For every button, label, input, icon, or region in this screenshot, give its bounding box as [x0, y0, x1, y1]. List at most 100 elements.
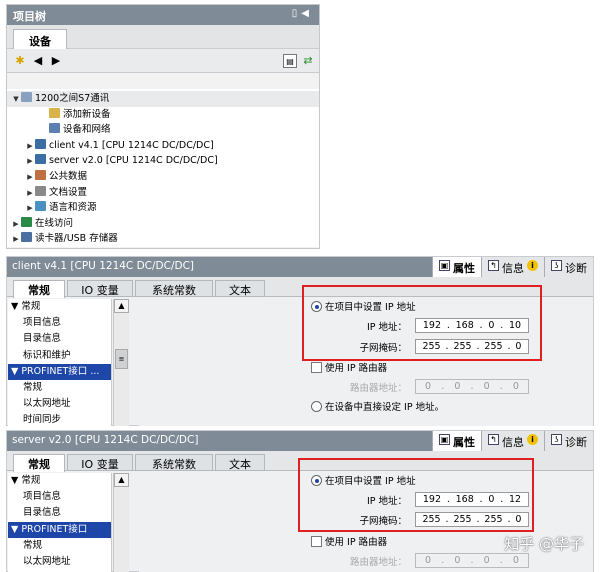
nav-item[interactable]: ▼ 常规	[8, 299, 111, 315]
tab-diagnostics[interactable]: ʖ 诊断	[544, 431, 593, 451]
tab-properties[interactable]: ▣ 属性	[432, 257, 481, 277]
tab-system-constants[interactable]: 系统常数	[135, 454, 213, 471]
info-badge-icon: i	[527, 434, 538, 445]
tree-item-icon	[35, 201, 46, 212]
router-checkbox[interactable]	[311, 362, 322, 373]
tree-item[interactable]: ▶ client v4.1 [CPU 1214C DC/DC/DC]	[7, 138, 319, 154]
collapsed-arrow-icon[interactable]: ▶	[25, 154, 35, 170]
tree-item-label: server v2.0 [CPU 1214C DC/DC/DC]	[49, 155, 218, 167]
nav-item[interactable]: ▼ PROFINET接口	[8, 521, 111, 538]
inspector-tabs: ▣ 属性 ↰ 信息 i ʖ 诊断	[432, 431, 593, 451]
tree-item-label: 添加新设备	[63, 108, 111, 120]
properties-icon: ▣	[439, 260, 450, 271]
tree-item[interactable]: 添加新设备	[7, 107, 319, 123]
nav-item[interactable]: 标识和维护	[8, 348, 111, 364]
nav-item[interactable]: 常规	[8, 538, 111, 554]
tree-item-label: 公共数据	[49, 170, 88, 182]
tree-item-icon	[35, 138, 46, 149]
tab-general[interactable]: 常规	[13, 454, 65, 472]
project-tree-toolbar: ✱ ◀ ▶ ▤ ⇄	[7, 49, 319, 73]
nav-scrollbar[interactable]: ▲	[113, 473, 129, 572]
tree-item[interactable]: ▶ 读卡器/USB 存储器	[7, 231, 319, 247]
tab-devices[interactable]: 设备	[13, 29, 67, 50]
tree-item-icon	[21, 92, 32, 102]
tree-item[interactable]: ▶ 语言和资源	[7, 200, 319, 216]
properties-titlebar: client v4.1 [CPU 1214C DC/DC/DC] ▣ 属性 ↰ 信息…	[7, 257, 593, 277]
tab-info[interactable]: ↰ 信息 i	[481, 431, 544, 451]
scroll-thumb[interactable]: ≡	[115, 349, 128, 369]
forward-icon[interactable]: ▶	[49, 54, 63, 68]
tree-item-label: 读卡器/USB 存储器	[35, 233, 118, 245]
tree-item[interactable]: ▶ 公共数据	[7, 169, 319, 185]
expanded-arrow-icon[interactable]: ▼	[11, 92, 21, 108]
opt-use-router[interactable]: 使用 IP 路由器	[311, 360, 387, 374]
router-checkbox[interactable]	[311, 536, 322, 547]
tree-item[interactable]: ▶ server v2.0 [CPU 1214C DC/DC/DC]	[7, 153, 319, 169]
nav-item[interactable]: 项目信息	[8, 315, 111, 331]
panel-title: client v4.1 [CPU 1214C DC/DC/DC]	[12, 260, 195, 272]
collapsed-arrow-icon[interactable]: ▶	[25, 170, 35, 186]
panel-title: server v2.0 [CPU 1214C DC/DC/DC]	[12, 434, 199, 446]
tab-system-constants[interactable]: 系统常数	[135, 280, 213, 297]
new-folder-icon[interactable]: ✱	[13, 54, 27, 68]
nav-item[interactable]: 目录信息	[8, 331, 111, 347]
nav-scrollbar[interactable]: ▲ ≡	[113, 299, 129, 426]
back-icon[interactable]: ◀	[31, 54, 45, 68]
scroll-up-icon[interactable]: ▲	[114, 473, 129, 487]
opt-device-ip[interactable]: 在设备中直接设定 IP 地址。	[311, 399, 444, 413]
router-label: 路由器地址：	[349, 383, 407, 394]
watermark: 知乎 @华子	[504, 535, 584, 553]
nav-item[interactable]: 以太网地址	[8, 396, 111, 412]
scroll-up-icon[interactable]: ▲	[114, 299, 129, 313]
tab-info[interactable]: ↰ 信息 i	[481, 257, 544, 277]
collapsed-arrow-icon[interactable]: ▶	[11, 232, 21, 248]
nav-item[interactable]: 常规	[8, 380, 111, 396]
tree-item-icon	[49, 123, 60, 134]
highlight-box	[298, 458, 534, 532]
router-address-field[interactable]: 0.0.0.0	[415, 553, 529, 568]
highlight-box	[302, 285, 542, 361]
tree-item-icon	[21, 232, 32, 243]
nav-item[interactable]: ▼ 常规	[8, 473, 111, 489]
device-view-icon[interactable]: ⇄	[301, 54, 315, 68]
tab-properties[interactable]: ▣ 属性	[432, 431, 481, 451]
properties-titlebar: server v2.0 [CPU 1214C DC/DC/DC] ▣ 属性 ↰ 信息…	[7, 431, 593, 451]
info-icon: ↰	[488, 434, 499, 445]
nav-item[interactable]: 时间同步	[8, 412, 111, 428]
tab-texts[interactable]: 文本	[215, 280, 265, 297]
tree-item[interactable]: ▼ 1200之间S7通讯	[7, 91, 319, 107]
inspector-tabs: ▣ 属性 ↰ 信息 i ʖ 诊断	[432, 257, 593, 277]
pin-icon[interactable]: ▯	[292, 8, 302, 19]
tab-io-tags[interactable]: IO 变量	[67, 280, 133, 297]
radio-device-ip[interactable]	[311, 401, 322, 412]
panel-controls[interactable]: ▯◀	[292, 8, 313, 19]
tree-item[interactable]: ▶ 文档设置	[7, 185, 319, 201]
tree-item-label: client v4.1 [CPU 1214C DC/DC/DC]	[49, 139, 214, 151]
tab-io-tags[interactable]: IO 变量	[67, 454, 133, 471]
tab-diagnostics[interactable]: ʖ 诊断	[544, 257, 593, 277]
overview-icon[interactable]: ▤	[283, 54, 297, 68]
collapsed-arrow-icon[interactable]: ▶	[25, 201, 35, 217]
collapsed-arrow-icon[interactable]: ▶	[25, 186, 35, 202]
opt-use-router[interactable]: 使用 IP 路由器	[311, 534, 387, 548]
nav-item[interactable]: 目录信息	[8, 505, 111, 521]
project-tree-tabrow: 设备	[7, 25, 319, 50]
tab-general[interactable]: 常规	[13, 280, 65, 298]
nav-item[interactable]: 项目信息	[8, 489, 111, 505]
router-address-field[interactable]: 0.0.0.0	[415, 379, 529, 394]
collapsed-arrow-icon[interactable]: ▶	[25, 139, 35, 155]
diagnostics-icon: ʖ	[551, 434, 562, 445]
project-tree-list: ▼ 1200之间S7通讯 添加新设备 设备和网络 ▶ client v4.1 [CPU 1…	[7, 89, 319, 247]
tree-item-label: 语言和资源	[49, 202, 97, 214]
collapsed-arrow-icon[interactable]: ▶	[11, 217, 21, 233]
nav-item[interactable]: 以太网地址	[8, 554, 111, 570]
nav-item[interactable]: ▼ PROFINET接口 ...	[8, 363, 111, 380]
tree-item-icon	[35, 154, 46, 165]
property-nav: ▼ 常规 项目信息 目录信息 标识和维护 ▼ PROFINET接口 ... 常规 以太网地址…	[8, 299, 112, 426]
tree-item[interactable]: 设备和网络	[7, 122, 319, 138]
property-nav: ▼ 常规 项目信息 目录信息 ▼ PROFINET接口 常规 以太网地址	[8, 473, 112, 572]
tree-item[interactable]: ▶ 在线访问	[7, 216, 319, 232]
tab-texts[interactable]: 文本	[215, 454, 265, 471]
collapse-left-icon[interactable]: ◀	[301, 8, 313, 19]
info-badge-icon: i	[527, 260, 538, 271]
